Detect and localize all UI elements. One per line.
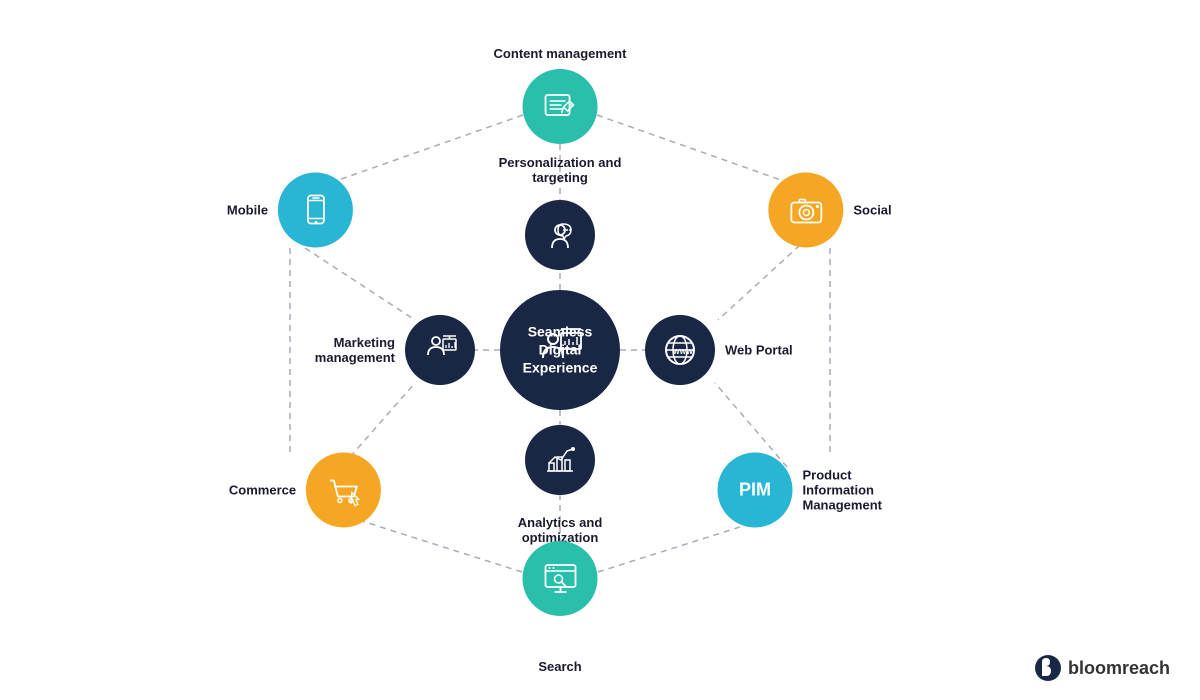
analytics-circle bbox=[525, 425, 595, 495]
commerce-circle bbox=[306, 453, 381, 528]
commerce-label: Commerce bbox=[229, 483, 296, 498]
node-mobile: Mobile bbox=[227, 173, 353, 248]
search-label: Search bbox=[538, 659, 581, 674]
node-analytics: Analytics and optimization bbox=[525, 425, 595, 495]
web-portal-circle: WWW bbox=[645, 315, 715, 385]
node-social: Social bbox=[768, 173, 891, 248]
center-circle bbox=[500, 290, 620, 410]
personalization-circle bbox=[525, 200, 595, 270]
pim-text: PIM bbox=[739, 480, 771, 501]
node-web-portal: WWW Web Portal bbox=[645, 315, 715, 385]
node-commerce: Commerce bbox=[229, 453, 381, 528]
search-circle bbox=[523, 541, 598, 616]
node-pim: PIM Product Information Management bbox=[718, 453, 923, 528]
node-personalization: Personalization and targeting bbox=[525, 200, 595, 270]
content-top-label: Content management bbox=[494, 46, 627, 61]
marketing-label: Marketing management bbox=[275, 335, 395, 365]
pim-label: Product Information Management bbox=[803, 468, 923, 513]
mobile-label: Mobile bbox=[227, 203, 268, 218]
node-center: Seamless Digital Experience bbox=[500, 290, 620, 410]
social-circle bbox=[768, 173, 843, 248]
bloomreach-logo-text: bloomreach bbox=[1068, 658, 1170, 679]
node-search: Search bbox=[523, 541, 598, 639]
logo: bloomreach bbox=[1034, 654, 1170, 682]
pim-circle: PIM bbox=[718, 453, 793, 528]
mobile-circle bbox=[278, 173, 353, 248]
bloomreach-logo-icon bbox=[1034, 654, 1062, 682]
svg-text:WWW: WWW bbox=[673, 349, 693, 356]
social-label: Social bbox=[853, 203, 891, 218]
web-portal-label: Web Portal bbox=[725, 343, 793, 358]
node-content: Content management bbox=[494, 46, 627, 144]
node-marketing: Marketing management bbox=[405, 315, 475, 385]
diagram-container: .dashed-line { stroke: #aab; stroke-widt… bbox=[0, 0, 1200, 700]
marketing-circle bbox=[405, 315, 475, 385]
content-circle bbox=[523, 69, 598, 144]
personalization-label: Personalization and targeting bbox=[495, 155, 625, 185]
